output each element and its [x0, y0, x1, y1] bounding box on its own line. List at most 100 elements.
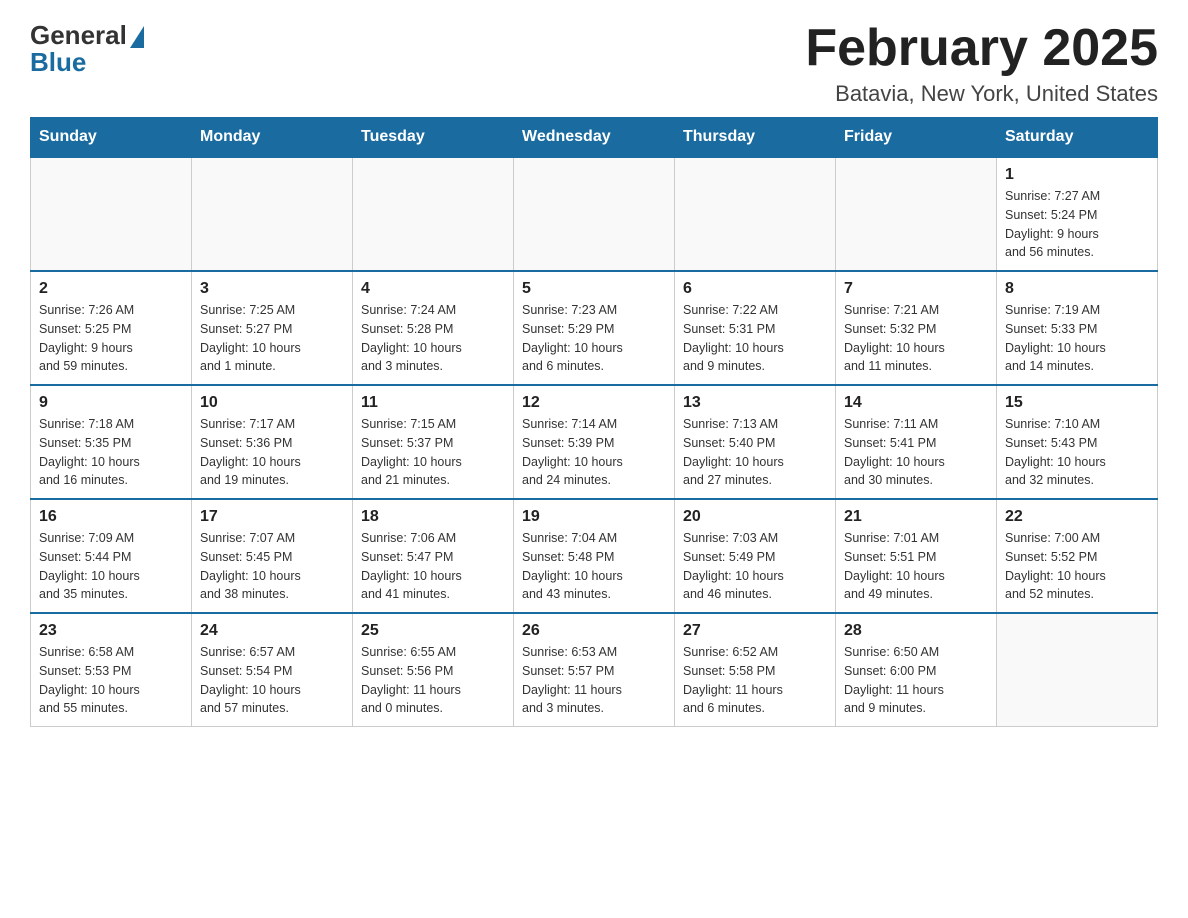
- day-number: 6: [683, 280, 827, 298]
- calendar-cell: 7 Sunrise: 7:21 AMSunset: 5:32 PMDaylight…: [836, 271, 997, 385]
- day-info: Sunrise: 7:21 AMSunset: 5:32 PMDaylight:…: [844, 301, 988, 376]
- calendar-cell: [836, 157, 997, 271]
- calendar-week-row: 9 Sunrise: 7:18 AMSunset: 5:35 PMDaylight…: [31, 385, 1158, 499]
- calendar-cell: 6 Sunrise: 7:22 AMSunset: 5:31 PMDaylight…: [675, 271, 836, 385]
- day-info: Sunrise: 7:15 AMSunset: 5:37 PMDaylight:…: [361, 415, 505, 490]
- calendar-cell: 24 Sunrise: 6:57 AMSunset: 5:54 PMDayligh…: [192, 613, 353, 727]
- day-number: 2: [39, 280, 183, 298]
- day-info: Sunrise: 7:27 AMSunset: 5:24 PMDaylight:…: [1005, 187, 1149, 262]
- calendar-cell: 19 Sunrise: 7:04 AMSunset: 5:48 PMDayligh…: [514, 499, 675, 613]
- day-number: 25: [361, 622, 505, 640]
- logo-blue-text: Blue: [30, 47, 86, 78]
- title-section: February 2025 Batavia, New York, United …: [805, 20, 1158, 107]
- calendar-cell: 14 Sunrise: 7:11 AMSunset: 5:41 PMDayligh…: [836, 385, 997, 499]
- calendar-cell: 13 Sunrise: 7:13 AMSunset: 5:40 PMDayligh…: [675, 385, 836, 499]
- page-header: General Blue February 2025 Batavia, New …: [30, 20, 1158, 107]
- calendar-week-row: 16 Sunrise: 7:09 AMSunset: 5:44 PMDayligh…: [31, 499, 1158, 613]
- day-info: Sunrise: 7:25 AMSunset: 5:27 PMDaylight:…: [200, 301, 344, 376]
- calendar-cell: 21Sunrise: 7:01 AMSunset: 5:51 PMDayligh…: [836, 499, 997, 613]
- logo: General Blue: [30, 20, 144, 78]
- day-number: 15: [1005, 394, 1149, 412]
- day-number: 16: [39, 508, 183, 526]
- calendar-cell: [31, 157, 192, 271]
- day-info: Sunrise: 7:13 AMSunset: 5:40 PMDaylight:…: [683, 415, 827, 490]
- day-number: 26: [522, 622, 666, 640]
- calendar-cell: 27 Sunrise: 6:52 AMSunset: 5:58 PMDayligh…: [675, 613, 836, 727]
- calendar-cell: 16 Sunrise: 7:09 AMSunset: 5:44 PMDayligh…: [31, 499, 192, 613]
- day-info: Sunrise: 6:57 AMSunset: 5:54 PMDaylight:…: [200, 643, 344, 718]
- day-number: 9: [39, 394, 183, 412]
- calendar-week-row: 1 Sunrise: 7:27 AMSunset: 5:24 PMDaylight…: [31, 157, 1158, 271]
- calendar-week-row: 2 Sunrise: 7:26 AMSunset: 5:25 PMDaylight…: [31, 271, 1158, 385]
- day-info: Sunrise: 6:50 AMSunset: 6:00 PMDaylight:…: [844, 643, 988, 718]
- day-number: 19: [522, 508, 666, 526]
- day-info: Sunrise: 7:26 AMSunset: 5:25 PMDaylight:…: [39, 301, 183, 376]
- day-info: Sunrise: 7:06 AMSunset: 5:47 PMDaylight:…: [361, 529, 505, 604]
- day-number: 7: [844, 280, 988, 298]
- day-number: 20: [683, 508, 827, 526]
- weekday-header-monday: Monday: [192, 118, 353, 158]
- day-number: 12: [522, 394, 666, 412]
- calendar-cell: 18 Sunrise: 7:06 AMSunset: 5:47 PMDayligh…: [353, 499, 514, 613]
- day-number: 10: [200, 394, 344, 412]
- day-number: 4: [361, 280, 505, 298]
- day-number: 28: [844, 622, 988, 640]
- weekday-header-row: SundayMondayTuesdayWednesdayThursdayFrid…: [31, 118, 1158, 158]
- calendar-cell: 25 Sunrise: 6:55 AMSunset: 5:56 PMDayligh…: [353, 613, 514, 727]
- calendar-table: SundayMondayTuesdayWednesdayThursdayFrid…: [30, 117, 1158, 727]
- calendar-cell: 5Sunrise: 7:23 AMSunset: 5:29 PMDaylight…: [514, 271, 675, 385]
- weekday-header-friday: Friday: [836, 118, 997, 158]
- weekday-header-tuesday: Tuesday: [353, 118, 514, 158]
- day-info: Sunrise: 7:24 AMSunset: 5:28 PMDaylight:…: [361, 301, 505, 376]
- calendar-cell: 2 Sunrise: 7:26 AMSunset: 5:25 PMDaylight…: [31, 271, 192, 385]
- day-number: 21: [844, 508, 988, 526]
- day-info: Sunrise: 7:22 AMSunset: 5:31 PMDaylight:…: [683, 301, 827, 376]
- day-number: 17: [200, 508, 344, 526]
- calendar-cell: [353, 157, 514, 271]
- calendar-cell: 17 Sunrise: 7:07 AMSunset: 5:45 PMDayligh…: [192, 499, 353, 613]
- weekday-header-sunday: Sunday: [31, 118, 192, 158]
- day-number: 1: [1005, 166, 1149, 184]
- calendar-cell: 4 Sunrise: 7:24 AMSunset: 5:28 PMDaylight…: [353, 271, 514, 385]
- day-number: 22: [1005, 508, 1149, 526]
- day-info: Sunrise: 7:18 AMSunset: 5:35 PMDaylight:…: [39, 415, 183, 490]
- day-info: Sunrise: 6:55 AMSunset: 5:56 PMDaylight:…: [361, 643, 505, 718]
- day-number: 8: [1005, 280, 1149, 298]
- calendar-cell: 23Sunrise: 6:58 AMSunset: 5:53 PMDayligh…: [31, 613, 192, 727]
- day-number: 14: [844, 394, 988, 412]
- calendar-cell: 11 Sunrise: 7:15 AMSunset: 5:37 PMDayligh…: [353, 385, 514, 499]
- day-number: 13: [683, 394, 827, 412]
- day-info: Sunrise: 7:03 AMSunset: 5:49 PMDaylight:…: [683, 529, 827, 604]
- calendar-cell: 8Sunrise: 7:19 AMSunset: 5:33 PMDaylight…: [997, 271, 1158, 385]
- calendar-cell: 9 Sunrise: 7:18 AMSunset: 5:35 PMDaylight…: [31, 385, 192, 499]
- day-number: 24: [200, 622, 344, 640]
- calendar-cell: 20 Sunrise: 7:03 AMSunset: 5:49 PMDayligh…: [675, 499, 836, 613]
- weekday-header-saturday: Saturday: [997, 118, 1158, 158]
- month-title: February 2025: [805, 20, 1158, 77]
- day-info: Sunrise: 7:07 AMSunset: 5:45 PMDaylight:…: [200, 529, 344, 604]
- calendar-cell: 26Sunrise: 6:53 AMSunset: 5:57 PMDayligh…: [514, 613, 675, 727]
- calendar-cell: 22Sunrise: 7:00 AMSunset: 5:52 PMDayligh…: [997, 499, 1158, 613]
- day-info: Sunrise: 7:04 AMSunset: 5:48 PMDaylight:…: [522, 529, 666, 604]
- day-number: 5: [522, 280, 666, 298]
- day-number: 11: [361, 394, 505, 412]
- logo-triangle-icon: [130, 26, 144, 48]
- day-info: Sunrise: 7:09 AMSunset: 5:44 PMDaylight:…: [39, 529, 183, 604]
- day-info: Sunrise: 7:10 AMSunset: 5:43 PMDaylight:…: [1005, 415, 1149, 490]
- day-info: Sunrise: 6:52 AMSunset: 5:58 PMDaylight:…: [683, 643, 827, 718]
- day-info: Sunrise: 7:17 AMSunset: 5:36 PMDaylight:…: [200, 415, 344, 490]
- day-number: 18: [361, 508, 505, 526]
- calendar-cell: 3 Sunrise: 7:25 AMSunset: 5:27 PMDaylight…: [192, 271, 353, 385]
- calendar-cell: [514, 157, 675, 271]
- day-info: Sunrise: 7:11 AMSunset: 5:41 PMDaylight:…: [844, 415, 988, 490]
- calendar-cell: [997, 613, 1158, 727]
- day-number: 3: [200, 280, 344, 298]
- calendar-cell: 10 Sunrise: 7:17 AMSunset: 5:36 PMDayligh…: [192, 385, 353, 499]
- calendar-body: 1 Sunrise: 7:27 AMSunset: 5:24 PMDaylight…: [31, 157, 1158, 727]
- calendar-cell: [192, 157, 353, 271]
- calendar-cell: 28 Sunrise: 6:50 AMSunset: 6:00 PMDayligh…: [836, 613, 997, 727]
- day-number: 23: [39, 622, 183, 640]
- calendar-cell: [675, 157, 836, 271]
- day-number: 27: [683, 622, 827, 640]
- calendar-cell: 1 Sunrise: 7:27 AMSunset: 5:24 PMDaylight…: [997, 157, 1158, 271]
